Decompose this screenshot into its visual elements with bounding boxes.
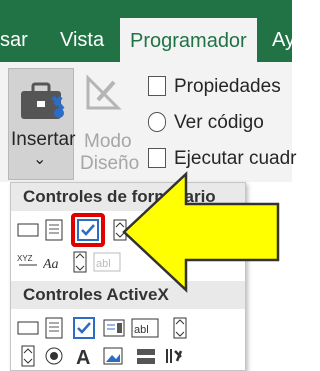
ax-label-icon[interactable]: A xyxy=(73,345,95,367)
scroll-bar-control-icon[interactable] xyxy=(69,251,91,273)
insertar-button[interactable]: Insertar ⌄ xyxy=(8,68,76,180)
ax-checkbox-icon[interactable] xyxy=(73,317,95,339)
ax-spin-icon[interactable] xyxy=(17,345,39,367)
tab-programador[interactable]: Programador xyxy=(120,18,257,64)
ax-scrollbar-icon[interactable] xyxy=(169,317,191,339)
checkbox-control-button[interactable] xyxy=(71,213,105,247)
properties-icon xyxy=(148,76,166,96)
ax-toggle-icon[interactable] xyxy=(135,345,157,367)
ver-codigo-button[interactable]: Ver código xyxy=(174,112,264,134)
svg-text:XYZ: XYZ xyxy=(17,254,33,263)
ax-image-icon[interactable] xyxy=(103,345,125,367)
svg-text:abl: abl xyxy=(134,324,149,336)
tab-formulas-partial[interactable]: sar xyxy=(0,20,28,62)
ax-combo-icon[interactable] xyxy=(43,317,65,339)
propiedades-button[interactable]: Propiedades xyxy=(174,76,281,98)
checkbox-icon xyxy=(77,219,99,241)
design-ruler-icon xyxy=(86,74,122,110)
group-box-control-icon[interactable]: Aa xyxy=(43,251,65,273)
chevron-down-icon: ⌄ xyxy=(33,151,47,168)
tab-vista[interactable]: Vista xyxy=(60,20,104,62)
combo-box-control-icon[interactable] xyxy=(43,219,65,241)
ax-more-controls-icon[interactable] xyxy=(163,345,185,367)
ax-list-icon[interactable] xyxy=(103,317,125,339)
run-dialog-icon xyxy=(148,148,166,168)
view-code-icon xyxy=(148,112,166,132)
svg-text:Aa: Aa xyxy=(43,257,59,272)
label-control-icon[interactable]: XYZ xyxy=(17,251,39,273)
ax-textbox-icon[interactable]: abl xyxy=(131,317,159,339)
insertar-label: Insertar xyxy=(11,129,76,150)
text-field-control-icon: abl xyxy=(93,251,121,273)
svg-text:abl: abl xyxy=(96,258,111,270)
tab-ayuda-partial[interactable]: Ay xyxy=(272,20,295,62)
ax-option-icon[interactable] xyxy=(43,345,65,367)
arrow-pointer-icon xyxy=(122,171,280,293)
svg-text:A: A xyxy=(76,347,90,367)
ax-button-icon[interactable] xyxy=(17,317,39,339)
button-control-icon[interactable] xyxy=(17,219,39,241)
briefcase-icon xyxy=(21,82,65,119)
modo-diseno-label-1: Modo xyxy=(84,131,132,152)
ribbon-tab-bar: sar Vista Programador Ay xyxy=(0,0,295,64)
